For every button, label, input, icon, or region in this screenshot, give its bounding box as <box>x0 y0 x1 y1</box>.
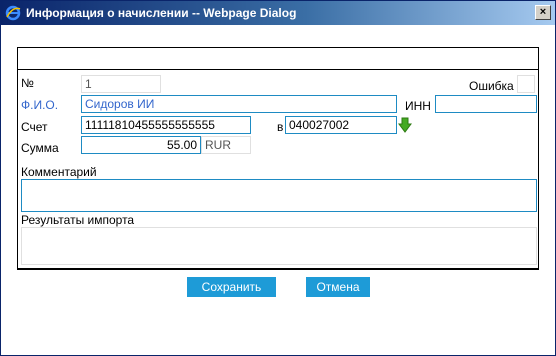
ie-icon <box>5 5 21 21</box>
title-bar[interactable]: Информация о начислении -- Webpage Dialo… <box>1 1 555 25</box>
error-label: Ошибка <box>469 79 514 93</box>
save-button[interactable]: Сохранить <box>187 277 276 297</box>
number-label: № <box>21 76 34 90</box>
currency-field: RUR <box>201 136 251 154</box>
comment-textarea[interactable] <box>21 179 537 212</box>
bank-bik-input[interactable]: 040027002 <box>285 116 397 134</box>
close-icon: × <box>539 6 547 18</box>
account-value: 11111810455555555555 <box>85 118 215 132</box>
fio-label[interactable]: Ф.И.О. <box>21 98 58 112</box>
dialog-window: Информация о начислении -- Webpage Dialo… <box>0 0 556 356</box>
inn-input[interactable] <box>435 95 537 113</box>
import-results-label: Результаты импорта <box>21 213 135 227</box>
account-input[interactable]: 11111810455555555555 <box>81 116 251 134</box>
number-value: 1 <box>85 77 92 91</box>
error-field <box>517 75 535 93</box>
arrow-down-icon[interactable] <box>398 117 412 133</box>
bank-bik-value: 040027002 <box>289 118 350 132</box>
fio-value: Сидоров ИИ <box>85 97 155 111</box>
comment-label: Комментарий <box>21 165 97 179</box>
cancel-button[interactable]: Отмена <box>306 277 370 297</box>
number-field: 1 <box>81 75 161 93</box>
window-title: Информация о начислении -- Webpage Dialo… <box>26 6 297 20</box>
bank-label: в <box>277 120 284 134</box>
account-label: Счет <box>21 120 48 134</box>
header-divider <box>17 69 539 70</box>
footer-divider <box>17 269 539 270</box>
sum-input[interactable]: 55.00 <box>81 136 201 154</box>
inn-label: ИНН <box>405 99 431 113</box>
fio-input[interactable]: Сидоров ИИ <box>81 95 397 113</box>
currency-value: RUR <box>205 138 231 152</box>
import-results-area <box>21 227 537 265</box>
sum-value: 55.00 <box>166 138 197 152</box>
sum-label: Сумма <box>21 141 59 155</box>
close-button[interactable]: × <box>535 5 551 20</box>
